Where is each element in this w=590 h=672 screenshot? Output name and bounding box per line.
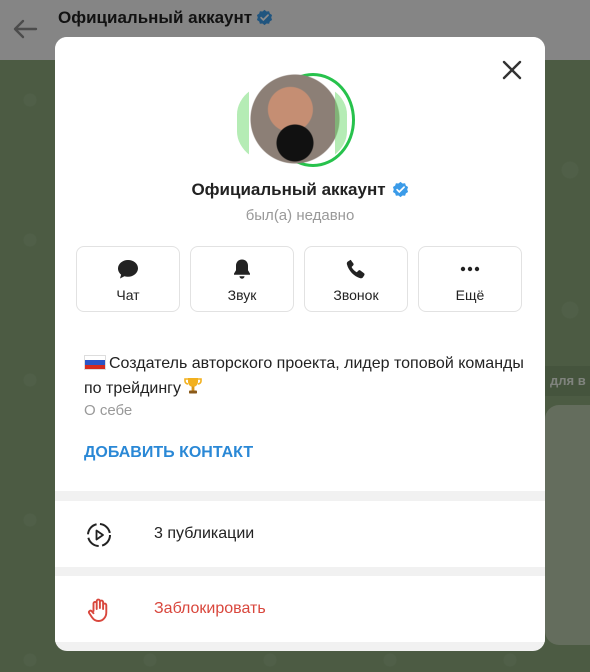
bio-text-content: Создатель авторского проекта, лидер топо… xyxy=(84,355,524,397)
stories-play-icon xyxy=(85,521,113,549)
more-dots-icon xyxy=(419,257,521,281)
phone-icon xyxy=(305,257,407,281)
hand-stop-icon xyxy=(85,596,113,624)
publications-label: 3 публикации xyxy=(154,525,255,542)
close-icon[interactable] xyxy=(501,59,523,81)
call-button-label: Звонок xyxy=(333,287,379,303)
bell-icon xyxy=(191,257,293,281)
sound-button[interactable]: Звук xyxy=(190,246,294,312)
sound-button-label: Звук xyxy=(227,287,257,303)
profile-modal: Официальный аккаунт был(а) недавно Чат З… xyxy=(55,37,545,651)
bio-text: Создатель авторского проекта, лидер топо… xyxy=(84,351,524,404)
about-section: Создатель авторского проекта, лидер топо… xyxy=(55,331,545,491)
call-button[interactable]: Звонок xyxy=(304,246,408,312)
chat-button[interactable]: Чат xyxy=(76,246,180,312)
russia-flag-icon xyxy=(84,355,106,370)
profile-header: Официальный аккаунт был(а) недавно Чат З… xyxy=(55,37,545,331)
publications-row[interactable]: 3 публикации xyxy=(55,501,545,567)
more-button-label: Ещё xyxy=(455,287,485,303)
verified-badge-icon xyxy=(392,181,409,203)
profile-name: Официальный аккаунт xyxy=(55,180,545,203)
chat-bubble-icon xyxy=(77,257,179,281)
about-label: О себе xyxy=(84,402,133,419)
avatar[interactable] xyxy=(237,71,361,171)
trophy-icon xyxy=(183,376,203,404)
avatar-pixelation xyxy=(237,81,347,165)
block-row[interactable]: Заблокировать xyxy=(55,576,545,642)
chat-button-label: Чат xyxy=(116,287,140,303)
more-button[interactable]: Ещё xyxy=(418,246,522,312)
block-label: Заблокировать xyxy=(154,600,266,617)
last-seen-status: был(а) недавно xyxy=(245,207,355,224)
action-buttons: Чат Звук Звонок Ещё xyxy=(76,246,522,312)
add-contact-button[interactable]: ДОБАВИТЬ КОНТАКТ xyxy=(84,444,253,462)
